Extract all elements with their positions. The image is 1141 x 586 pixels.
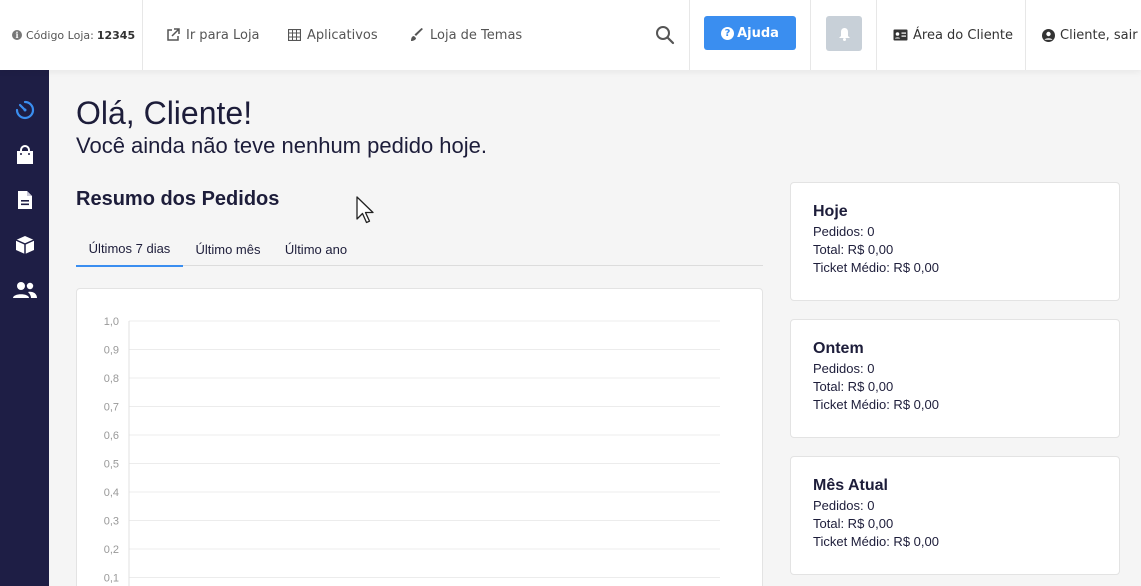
user-circle-icon [1042,28,1055,42]
orders-chart: 1,0 0,9 0,8 0,7 0,6 0,5 0,4 0,3 0,2 0,1 [76,288,763,586]
help-button[interactable]: ? Ajuda [704,16,796,50]
help-label: Ajuda [737,25,779,41]
stat-card-yesterday: Ontem Pedidos: 0 Total: R$ 0,00 Ticket M… [790,319,1120,438]
stat-card-today: Hoje Pedidos: 0 Total: R$ 0,00 Ticket Mé… [790,182,1120,301]
apps-label: Aplicativos [307,27,378,43]
store-code: i Código Loja: 12345 [12,0,135,70]
orders-summary-title: Resumo dos Pedidos [76,188,280,210]
notifications-button[interactable] [826,16,862,51]
mouse-cursor-icon [356,196,374,224]
goto-store-label: Ir para Loja [186,27,260,43]
external-link-icon [167,28,180,41]
shopping-bag-icon [16,145,33,164]
logout-label: Cliente, sair [1060,27,1138,43]
y-tick-label: 0,6 [104,430,119,442]
stat-card-current-month: Mês Atual Pedidos: 0 Total: R$ 0,00 Tick… [790,456,1120,575]
store-code-label: Código Loja: [26,28,94,42]
sidebar-item-products[interactable] [0,230,49,260]
y-tick-label: 0,3 [104,516,119,528]
apps-link[interactable]: Aplicativos [288,0,378,70]
divider [689,0,690,70]
stat-title: Mês Atual [813,477,888,494]
stat-ticket: Ticket Médio: R$ 0,00 [813,397,939,412]
divider [1025,0,1026,70]
divider [810,0,811,70]
info-icon: i [12,30,22,40]
stat-ticket: Ticket Médio: R$ 0,00 [813,534,939,549]
themes-label: Loja de Temas [430,27,523,43]
stat-total: Total: R$ 0,00 [813,379,894,394]
client-area-label: Área do Cliente [913,27,1014,43]
y-tick-label: 0,4 [104,487,119,499]
goto-store-link[interactable]: Ir para Loja [166,0,260,70]
period-tabs: Últimos 7 dias Último mês Último ano [76,232,763,267]
tab-last-month[interactable]: Último mês [183,232,273,266]
store-code-value: 12345 [96,28,136,42]
stat-ticket: Ticket Médio: R$ 0,00 [813,260,939,275]
stat-title: Ontem [813,340,864,357]
search-icon [656,26,675,45]
stat-orders: Pedidos: 0 [813,498,875,513]
stopwatch-icon [15,100,34,120]
logout-link[interactable]: Cliente, sair [1042,0,1138,70]
y-tick-label: 0,1 [104,573,119,585]
question-icon: ? [721,26,735,40]
y-tick-label: 0,2 [104,544,119,556]
y-tick-label: 0,9 [104,345,119,357]
grid-icon [288,29,301,41]
y-tick-label: 0,7 [104,402,119,414]
tab-last-7-days[interactable]: Últimos 7 dias [76,232,183,267]
top-bar: i Código Loja: 12345 Ir para Loja Aplica… [0,0,1141,70]
y-tick-label: 1,0 [104,316,119,328]
stat-orders: Pedidos: 0 [813,361,875,376]
themes-link[interactable]: Loja de Temas [410,0,522,70]
sidebar-item-documents[interactable] [0,185,49,215]
orders-chart-svg: 1,0 0,9 0,8 0,7 0,6 0,5 0,4 0,3 0,2 0,1 [104,316,720,586]
box-icon [15,236,34,254]
divider [876,0,877,70]
document-icon [17,191,32,209]
greeting-title: Olá, Cliente! [76,95,253,131]
sidebar-item-orders[interactable] [0,140,49,170]
id-card-icon [893,29,908,41]
divider [142,0,143,70]
client-area-link[interactable]: Área do Cliente [893,0,1013,70]
sidebar-item-customers[interactable] [0,275,49,305]
brush-icon [411,28,423,41]
greeting-subtitle: Você ainda não teve nenhum pedido hoje. [76,133,487,158]
stat-total: Total: R$ 0,00 [813,242,894,257]
y-tick-label: 0,5 [104,459,119,471]
users-icon [12,282,37,298]
y-tick-label: 0,8 [104,373,119,385]
sidebar [0,70,49,586]
stat-orders: Pedidos: 0 [813,224,875,239]
tab-last-year[interactable]: Último ano [273,232,359,266]
stat-total: Total: R$ 0,00 [813,516,894,531]
search-button[interactable] [653,0,677,70]
stat-title: Hoje [813,203,848,220]
sidebar-item-dashboard[interactable] [0,95,49,125]
bell-icon [838,27,850,41]
